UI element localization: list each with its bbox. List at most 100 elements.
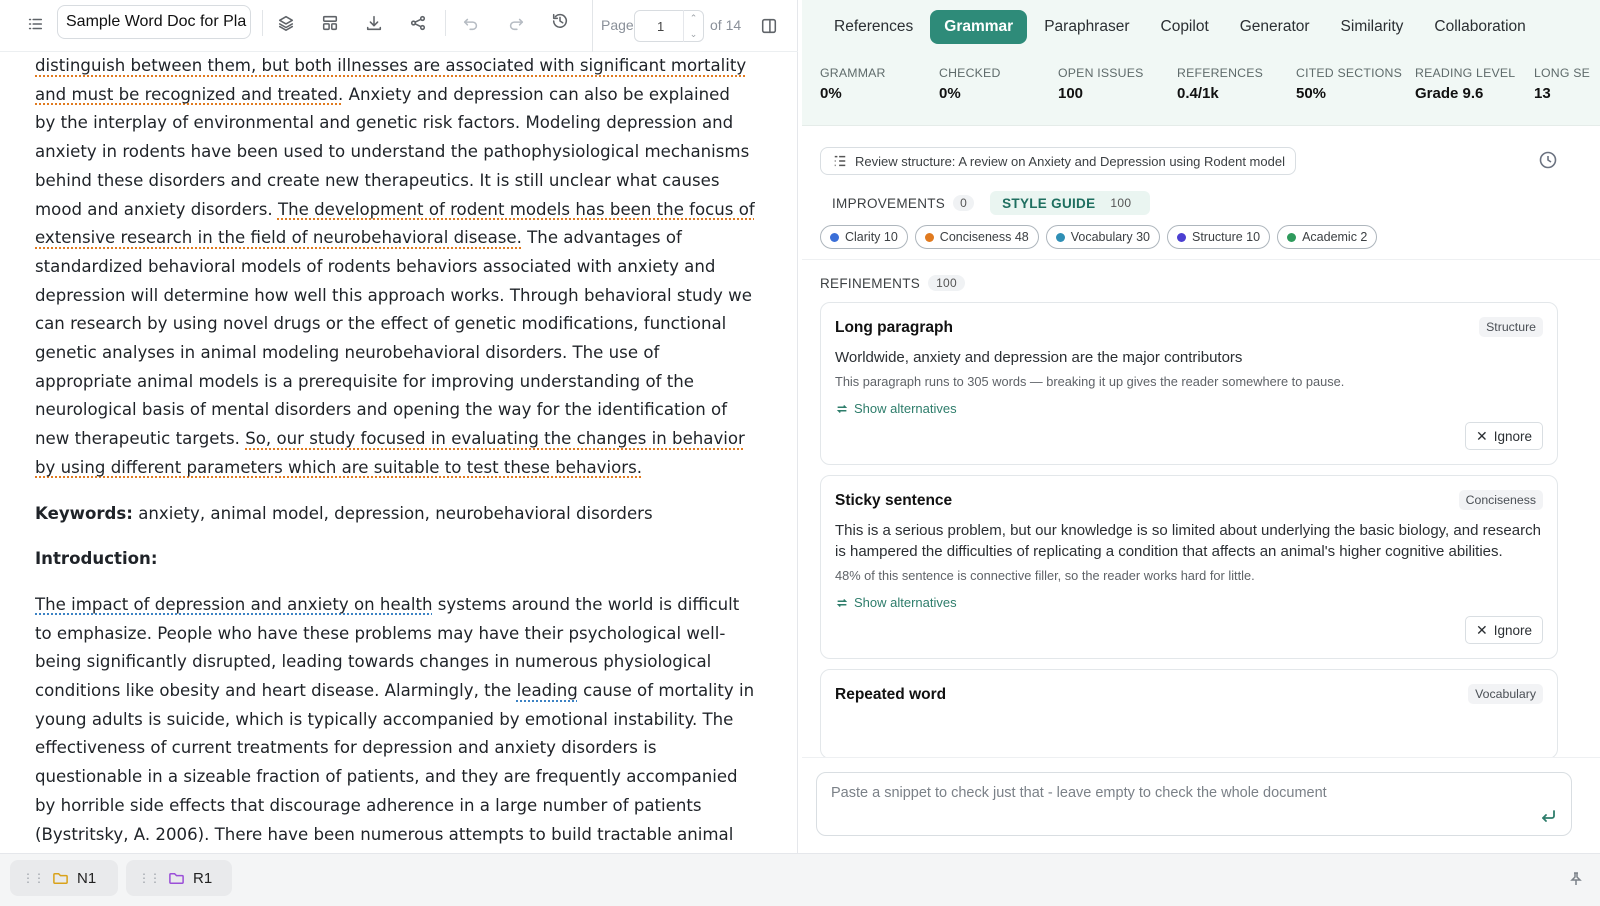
refinement-card[interactable]: Sticky sentence Conciseness This is a se… [820,475,1558,659]
download-icon[interactable] [360,9,388,37]
pin-icon[interactable] [1568,871,1584,892]
tab-copilot[interactable]: Copilot [1147,10,1223,44]
filter-clarity[interactable]: Clarity 10 [820,225,908,249]
count-badge: 100 [928,275,965,291]
tab-style-guide[interactable]: STYLE GUIDE 100 [990,191,1151,215]
redo-icon[interactable] [502,9,530,37]
undo-icon[interactable] [457,9,485,37]
split-view-icon[interactable] [755,12,783,40]
card-title: Long paragraph [835,319,953,336]
folder-chip-r1[interactable]: ⋮⋮ R1 [126,860,232,896]
divider [802,259,1600,260]
category-tag: Conciseness [1458,490,1543,510]
refinement-card[interactable]: Repeated word Vocabulary [820,669,1558,757]
chip-label: Structure 10 [1191,230,1261,244]
refinements-header: REFINEMENTS 100 [820,275,965,291]
refinement-card[interactable]: Long paragraph Structure Worldwide, anxi… [820,302,1558,465]
category-tag: Structure [1479,317,1543,337]
drag-handle-icon[interactable]: ⋮⋮ [138,871,161,885]
card-explanation: This paragraph runs to 305 words — break… [835,374,1345,389]
body-text: cause of mortality in young adults is su… [35,681,755,844]
stat-value: 0% [820,85,842,102]
tab-similarity[interactable]: Similarity [1327,10,1418,44]
tab-label: STYLE GUIDE [1002,195,1096,211]
enter-icon[interactable] [1539,807,1557,825]
folder-chip-n1[interactable]: ⋮⋮ N1 [10,860,118,896]
tab-paraphraser[interactable]: Paraphraser [1030,10,1143,44]
show-alternatives-link[interactable]: Show alternatives [835,401,1543,416]
flagged-text[interactable]: The impact of depression and anxiety on … [35,595,432,614]
tab-collaboration[interactable]: Collaboration [1420,10,1539,44]
stat-label: REFERENCES [1177,66,1264,80]
dot-icon [1176,232,1186,242]
chevron-down-icon[interactable]: ⌄ [690,29,698,39]
stat-label: CHECKED [939,66,1001,80]
stat-label: OPEN ISSUES [1058,66,1144,80]
ignore-button[interactable]: ✕ Ignore [1464,422,1543,450]
swap-icon [836,598,848,607]
tab-improvements[interactable]: IMPROVEMENTS 0 [820,191,986,215]
page-stepper[interactable]: ⌃ ⌄ [683,10,703,42]
tab-references[interactable]: References [820,10,927,44]
show-alternatives-link[interactable]: Show alternatives [835,595,1543,610]
introduction-heading: Introduction: [35,545,755,574]
chip-label: Academic 2 [1302,230,1368,244]
flagged-text[interactable]: leading [517,681,578,700]
folder-icon [53,872,68,884]
filter-vocabulary[interactable]: Vocabulary 30 [1045,225,1160,249]
stat-value: 100 [1058,85,1084,102]
stat-references: REFERENCES 0.4/1k [1177,66,1295,102]
drag-handle-icon[interactable]: ⋮⋮ [22,871,45,885]
tab-generator[interactable]: Generator [1226,10,1324,44]
layers-icon[interactable] [272,9,300,37]
swap-icon [836,404,848,413]
toolbar-divider [445,10,446,36]
folder-icon [169,872,184,884]
document-title-input[interactable]: Sample Word Doc for Pla [57,5,251,39]
review-structure-chip[interactable]: Review structure: A review on Anxiety an… [820,147,1296,175]
close-icon: ✕ [1475,427,1488,444]
dot-icon [924,232,934,242]
filter-conciseness[interactable]: Conciseness 48 [914,225,1039,249]
introduction-paragraph: The impact of depression and anxiety on … [35,591,755,852]
stat-checked: CHECKED 0% [939,66,1057,102]
dot-icon [1055,232,1065,242]
stat-value: 0.4/1k [1177,85,1219,102]
layout-template-icon[interactable] [316,9,344,37]
filter-structure[interactable]: Structure 10 [1166,225,1271,249]
share-icon[interactable] [404,9,432,37]
snippet-input[interactable]: Paste a snippet to check just that - lea… [816,772,1572,836]
keywords-label: Keywords: [35,503,133,523]
card-title: Repeated word [835,686,947,703]
dot-icon [830,232,839,242]
document-body[interactable]: distinguish between them, but both illne… [35,52,755,852]
close-icon: ✕ [1475,621,1488,638]
stat-value: 50% [1296,85,1327,102]
button-label: Ignore [1493,622,1532,638]
history-icon[interactable] [1538,150,1558,175]
card-actions: ✕ Ignore [835,616,1543,644]
ignore-button[interactable]: ✕ Ignore [1464,616,1543,644]
tool-tabs: References Grammar Paraphraser Copilot G… [802,0,1600,54]
tab-grammar[interactable]: Grammar [930,10,1028,44]
link-label: Show alternatives [854,595,957,610]
chip-label: Conciseness 48 [939,230,1029,244]
stat-grammar: GRAMMAR 0% [820,66,938,102]
keywords-paragraph: Keywords: anxiety, animal model, depress… [35,500,755,529]
card-title: Sticky sentence [835,492,953,509]
tab-label: IMPROVEMENTS [832,195,946,211]
editor-toolbar: Sample Word Doc for Pla Page 1 ⌃ ⌄ of 14 [0,0,798,52]
stat-cited-sections: CITED SECTIONS 50% [1296,66,1414,102]
version-history-icon[interactable] [546,7,574,35]
heading-text: Introduction: [35,549,158,569]
outline-list-icon[interactable] [21,10,49,38]
folder-label: R1 [193,869,213,887]
snippet-area: Paste a snippet to check just that - lea… [802,757,1600,853]
guide-tabs: IMPROVEMENTS 0 STYLE GUIDE 100 [820,190,1154,216]
page-total: of 14 [710,17,742,33]
count-badge: 0 [953,195,975,211]
body-text: The advantages of standardized behaviora… [35,228,752,449]
filter-academic[interactable]: Academic 2 [1277,225,1378,249]
chevron-up-icon[interactable]: ⌃ [690,13,698,23]
section-label: REFINEMENTS [820,275,921,291]
